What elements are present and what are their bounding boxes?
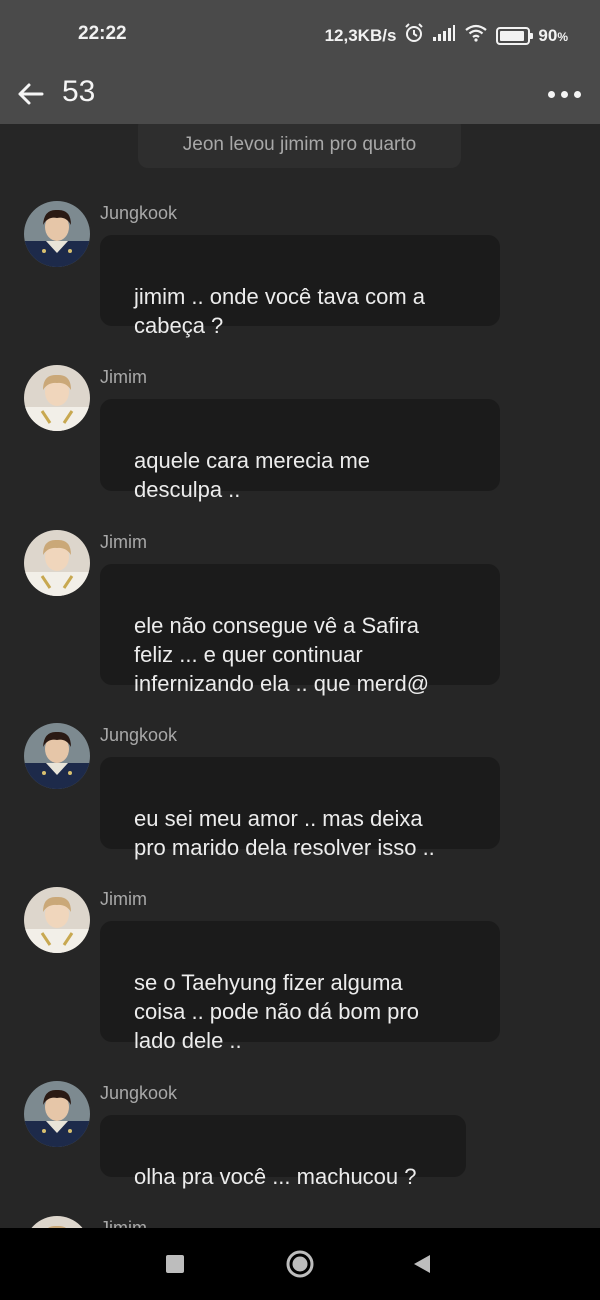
- message-bubble[interactable]: ele não consegue vê a Safira feliz ... e…: [100, 564, 500, 696]
- sender-name: Jimim: [100, 367, 147, 387]
- home-button[interactable]: [282, 1246, 318, 1282]
- sender-name: Jungkook: [100, 725, 178, 745]
- network-speed: 12,3KB/s: [324, 25, 397, 45]
- sender-name: Jimim: [100, 1218, 147, 1228]
- recents-button[interactable]: [157, 1246, 193, 1282]
- narration-bubble: Jeon levou jimim pro quarto: [138, 124, 461, 168]
- sender-name: Jungkook: [100, 203, 178, 223]
- navigation-bar: [0, 1228, 600, 1300]
- app-bar: 53: [0, 66, 600, 124]
- avatar[interactable]: [24, 723, 90, 789]
- message-bubble[interactable]: olha pra você ... machucou ?: [100, 1115, 466, 1189]
- wifi-icon: [464, 24, 488, 47]
- home-circle-icon: [286, 1250, 314, 1278]
- avatar[interactable]: [24, 1216, 90, 1228]
- chat-area[interactable]: Jeon levou jimim pro quarto Jungkook jim…: [0, 124, 600, 1228]
- message-bubble[interactable]: se o Taehyung fizer alguma coisa .. pode…: [100, 921, 500, 1053]
- alarm-icon: [404, 23, 424, 48]
- sender-name: Jungkook: [100, 1083, 178, 1103]
- signal-icon: [432, 24, 456, 47]
- more-options-icon: [547, 90, 555, 98]
- back-arrow-icon: [18, 83, 44, 105]
- narration-text: Jeon levou jimim pro quarto: [182, 134, 417, 155]
- message-text: olha pra você ... machucou ?: [134, 1164, 417, 1189]
- avatar[interactable]: [24, 201, 90, 267]
- message-bubble[interactable]: jimim .. onde você tava com a cabeça ?: [100, 235, 500, 338]
- avatar[interactable]: [24, 1081, 90, 1147]
- back-nav-button[interactable]: [404, 1246, 440, 1282]
- avatar[interactable]: [24, 887, 90, 953]
- avatar[interactable]: [24, 365, 90, 431]
- message-text: eu sei meu amor .. mas deixa pro marido …: [134, 806, 435, 860]
- message-text: aquele cara merecia me desculpa ..: [134, 448, 371, 502]
- battery-icon: [496, 26, 534, 45]
- message-text: se o Taehyung fizer alguma coisa .. pode…: [134, 970, 419, 1053]
- more-options-button[interactable]: [540, 72, 588, 116]
- sender-name: Jimim: [100, 532, 147, 552]
- message-text: jimim .. onde você tava com a cabeça ?: [134, 284, 426, 338]
- square-icon: [166, 1255, 184, 1273]
- battery-level: 90%: [538, 25, 568, 45]
- back-button[interactable]: [8, 72, 52, 116]
- avatar[interactable]: [24, 530, 90, 596]
- message-bubble[interactable]: aquele cara merecia me desculpa ..: [100, 399, 500, 502]
- back-triangle-icon: [414, 1255, 430, 1273]
- sender-name: Jimim: [100, 889, 147, 909]
- message-text: ele não consegue vê a Safira feliz ... e…: [134, 613, 430, 696]
- status-bar: 22:22 12,3KB/s 90%: [0, 0, 600, 66]
- message-bubble[interactable]: eu sei meu amor .. mas deixa pro marido …: [100, 757, 500, 860]
- status-indicators: 12,3KB/s 90%: [325, 23, 568, 48]
- status-time: 22:22: [78, 23, 127, 44]
- page-title: 53: [62, 75, 96, 108]
